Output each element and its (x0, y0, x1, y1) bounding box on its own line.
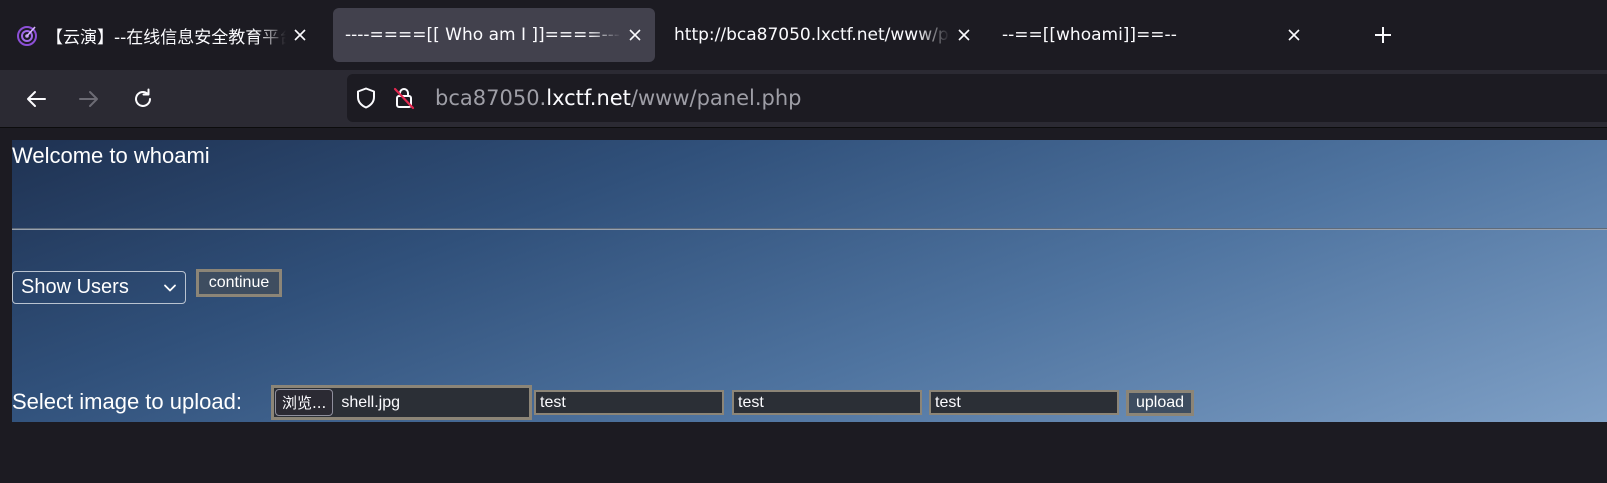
file-input[interactable]: 浏览... shell.jpg (271, 385, 532, 420)
tab-title: --==[[whoami]]==-- (1002, 25, 1177, 45)
page-title: Welcome to whoami (12, 143, 210, 168)
insecure-lock-icon[interactable] (387, 81, 421, 115)
text-field-2[interactable]: test (732, 390, 922, 415)
tab-who-am-i[interactable]: ----====[[ Who am I ]]====---- (333, 8, 655, 62)
tab-panel-url[interactable]: http://bca87050.lxctf.net/www/panel.php (662, 8, 984, 62)
close-icon[interactable] (621, 21, 649, 49)
upload-button[interactable]: upload (1126, 390, 1194, 416)
tab-strip: 【云演】--在线信息安全教育平台 ----====[[ Who am I ]]=… (0, 0, 1607, 70)
tab-yunyan[interactable]: 【云演】--在线信息安全教育平台 (4, 8, 320, 62)
reload-icon (135, 88, 151, 107)
tab-title: http://bca87050.lxctf.net/www/panel.php (674, 25, 950, 45)
new-tab-button[interactable] (1366, 18, 1400, 52)
tab-whoami[interactable]: --==[[whoami]]==-- (992, 8, 1314, 62)
tab-title: 【云演】--在线信息安全教育平台 (46, 27, 286, 48)
upload-label: Select image to upload: (12, 389, 242, 414)
url-text[interactable]: bca87050.lxctf.net/www/panel.php (435, 86, 802, 110)
back-arrow-icon (27, 91, 46, 107)
select-value: Show Users (21, 276, 129, 298)
selected-file-name: shell.jpg (341, 393, 401, 411)
close-icon[interactable] (1280, 21, 1308, 49)
action-select[interactable]: Show Users (12, 271, 186, 304)
page-body: Welcome to whoami Show Users continue Se… (12, 140, 1607, 422)
divider (12, 228, 1607, 230)
plus-icon (1375, 27, 1391, 43)
url-path: /www/panel.php (630, 86, 802, 110)
chevron-down-icon (164, 284, 176, 292)
reload-button[interactable] (123, 79, 163, 119)
browse-button[interactable]: 浏览... (275, 389, 334, 416)
address-bar[interactable]: bca87050.lxctf.net/www/panel.php (347, 74, 1607, 122)
page-viewport: Welcome to whoami Show Users continue Se… (0, 129, 1607, 483)
forward-button[interactable] (69, 79, 109, 119)
url-domain: lxctf.net (546, 86, 631, 110)
text-field-1[interactable]: test (534, 390, 724, 415)
back-button[interactable] (16, 79, 56, 119)
url-prefix: bca87050. (435, 86, 547, 110)
tab-title: ----====[[ Who am I ]]====---- (345, 25, 621, 45)
target-icon (17, 26, 37, 46)
navigation-toolbar: bca87050.lxctf.net/www/panel.php (0, 70, 1607, 128)
tracking-shield-icon[interactable] (349, 81, 383, 115)
text-field-3[interactable]: test (929, 390, 1119, 415)
continue-button[interactable]: continue (196, 269, 282, 297)
forward-arrow-icon (79, 91, 98, 107)
close-icon[interactable] (950, 21, 978, 49)
close-icon[interactable] (286, 21, 314, 49)
